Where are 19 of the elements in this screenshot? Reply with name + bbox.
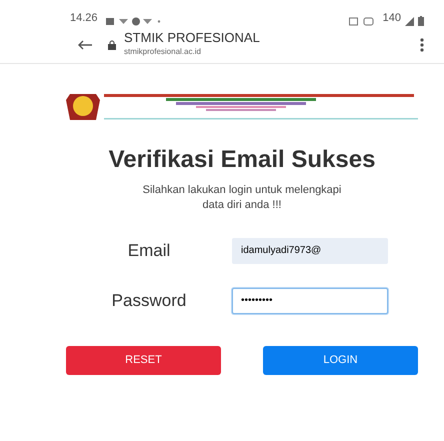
- notification-icons: [106, 17, 162, 26]
- page-title: Verifikasi Email Sukses: [108, 146, 376, 175]
- site-title: STMIK PROFESIONAL: [124, 31, 260, 46]
- password-field[interactable]: •••••••••: [232, 288, 388, 314]
- back-icon[interactable]: [78, 40, 92, 50]
- battery-icon: [418, 16, 424, 26]
- signal-icon: [405, 17, 414, 26]
- instruction-text: Silahkan lakukan login untuk melengkapi data diri anda !!!: [142, 182, 342, 214]
- status-time: 14.26: [70, 10, 98, 26]
- password-label: Password: [110, 290, 188, 312]
- lock-icon: [108, 40, 116, 50]
- status-icons: [348, 17, 375, 26]
- login-button[interactable]: LOGIN: [263, 346, 418, 375]
- reset-button[interactable]: RESET: [66, 346, 221, 375]
- site-url: stmikprofesional.ac.id: [124, 46, 202, 58]
- email-field[interactable]: idamulyadi7973@: [232, 238, 388, 264]
- email-label: Email: [126, 240, 172, 262]
- network-speed: 140: [382, 10, 401, 26]
- menu-icon[interactable]: [420, 38, 424, 52]
